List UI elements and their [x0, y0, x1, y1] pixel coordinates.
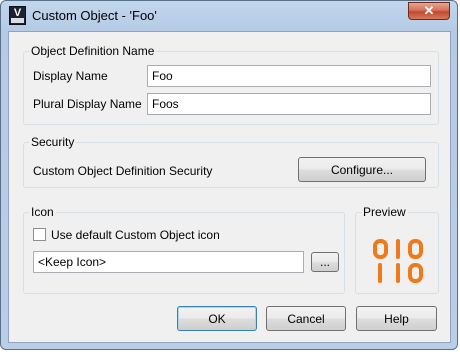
security-group-label: Security: [29, 135, 77, 149]
dialog-window: V Custom Object - 'Foo' ✕ Object Definit…: [0, 0, 458, 350]
plural-display-name-field[interactable]: [147, 93, 431, 115]
icon-group-label: Icon: [29, 205, 56, 219]
window-title: Custom Object - 'Foo': [32, 8, 157, 23]
close-button[interactable]: ✕: [408, 2, 450, 20]
help-button[interactable]: Help: [356, 306, 437, 331]
app-icon-subbar: [11, 18, 24, 23]
display-name-label: Display Name: [33, 69, 108, 83]
plural-display-name-label: Plural Display Name: [33, 97, 142, 111]
use-default-icon-label[interactable]: Use default Custom Object icon: [51, 228, 220, 242]
configure-button[interactable]: Configure...: [298, 157, 426, 182]
icon-group: Icon Use default Custom Object icon ...: [23, 205, 345, 294]
icon-path-field[interactable]: [33, 251, 304, 273]
app-icon[interactable]: V: [9, 6, 26, 25]
ok-button[interactable]: OK: [177, 306, 257, 331]
binary-010-110-icon: [373, 239, 423, 283]
preview-group-label: Preview: [361, 205, 408, 219]
browse-icon-button[interactable]: ...: [311, 252, 339, 272]
title-bar[interactable]: V Custom Object - 'Foo' ✕: [1, 1, 457, 31]
close-icon: ✕: [423, 3, 435, 18]
object-definition-group-label: Object Definition Name: [29, 44, 157, 58]
cancel-button[interactable]: Cancel: [266, 306, 346, 331]
display-name-field[interactable]: [147, 65, 431, 87]
dialog-client-area: Object Definition Name Display Name Plur…: [8, 31, 451, 343]
object-definition-group: Object Definition Name Display Name Plur…: [23, 44, 439, 125]
use-default-icon-checkbox[interactable]: [33, 228, 46, 241]
preview-group: Preview: [355, 205, 439, 294]
security-group: Security Custom Object Definition Securi…: [23, 135, 439, 188]
security-description: Custom Object Definition Security: [33, 164, 213, 178]
